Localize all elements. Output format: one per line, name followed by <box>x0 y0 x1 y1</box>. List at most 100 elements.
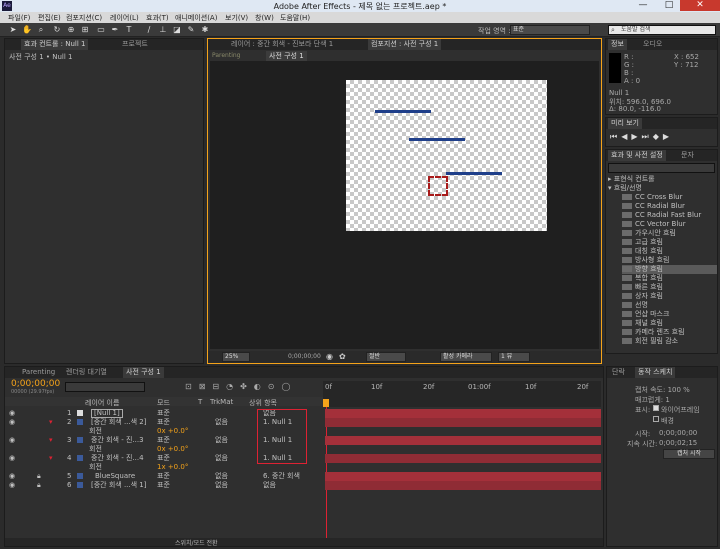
layer-name[interactable]: 중간 회색 - 진...3 <box>91 436 144 445</box>
tab-paragraph[interactable]: 단락 <box>609 367 628 378</box>
tab-audio[interactable]: 오디오 <box>640 39 665 50</box>
color-channels-icon[interactable]: ✿ <box>339 352 346 361</box>
layer-parent[interactable]: 없음 <box>263 481 276 490</box>
eye-icon[interactable]: ◉ <box>9 409 15 418</box>
label-color[interactable] <box>77 437 83 443</box>
close-button[interactable]: ✕ <box>680 0 720 11</box>
effect-item[interactable]: CC Radial Blur <box>622 202 717 211</box>
zoom-select[interactable]: 25% <box>222 352 250 362</box>
eraser-tool-icon[interactable]: ◪ <box>172 25 182 35</box>
layer-mode[interactable]: 표준 <box>157 481 170 490</box>
rectangle-tool-icon[interactable]: ▭ <box>96 25 106 35</box>
roto-brush-tool-icon[interactable]: ✎ <box>186 25 196 35</box>
label-color[interactable] <box>77 473 83 479</box>
brush-tool-icon[interactable]: ∕ <box>144 25 154 35</box>
menu-layer[interactable]: 레이어(L) <box>110 13 139 23</box>
layer-mode[interactable]: 표준 <box>157 436 170 445</box>
expand-arrow-icon[interactable]: ▾ <box>49 454 53 463</box>
effect-item[interactable]: 선명 <box>622 301 717 310</box>
layer-parent[interactable]: 6. 중간 회색 <box>263 472 300 481</box>
eye-icon[interactable]: ◉ <box>9 481 15 490</box>
effect-item[interactable]: 복합 흐림 <box>622 274 717 283</box>
snapshot-icon[interactable]: ◉ <box>326 352 333 361</box>
pan-behind-tool-icon[interactable]: ⊞ <box>80 25 90 35</box>
layer-mode[interactable]: 표준 <box>157 472 170 481</box>
layer-trkmat[interactable]: 없음 <box>215 472 228 481</box>
tab-character[interactable]: 문자 <box>678 150 697 161</box>
layer-name[interactable]: [Null 1] <box>91 409 123 418</box>
label-color[interactable] <box>77 482 83 488</box>
layer-duration-bar[interactable] <box>325 409 601 418</box>
null-layer-handle[interactable] <box>428 176 448 196</box>
label-color[interactable] <box>77 455 83 461</box>
minimize-button[interactable]: — <box>630 0 656 11</box>
breadcrumb-precomp[interactable]: 사전 구성 1 <box>266 51 307 61</box>
property-value[interactable]: 0x +0.0° <box>157 427 188 436</box>
capture-speed[interactable]: 캡처 속도: 100 % <box>635 385 690 395</box>
layer-row[interactable]: ◉ 🔒︎ 5 BlueSquare 표준 없음 6. 중간 회색 <box>5 472 323 481</box>
group-blur-sharpen[interactable]: ▾ 흐림/선명 <box>608 184 716 193</box>
maximize-button[interactable]: □ <box>656 0 682 11</box>
layer-row[interactable]: ◉ 🔒︎ 6 [중간 회색 ...색 1] 표준 없음 없음 <box>5 481 323 490</box>
layer-mode[interactable]: 표준 <box>157 418 170 427</box>
camera-select[interactable]: 활성 카메라 <box>440 352 492 362</box>
resolution-select[interactable]: 절반 <box>366 352 406 362</box>
effect-item-selected[interactable]: 방향 흐림 <box>622 265 717 274</box>
timeline-switch-icons[interactable]: ⊡⊠⊟◔✤◐⊙◯ <box>185 382 297 391</box>
effect-item[interactable]: 방사형 흐림 <box>622 256 717 265</box>
effect-item[interactable]: 상자 흐림 <box>622 292 717 301</box>
layer-name[interactable]: 중간 회색 - 진...4 <box>91 454 144 463</box>
property-value[interactable]: 0x +0.0° <box>157 445 188 454</box>
time-ruler[interactable]: 0f 10f 20f 01:00f 10f 20f <box>323 381 601 407</box>
tab-effect-controls[interactable]: 효과 컨트롤 : Null 1 <box>21 39 89 50</box>
effect-item[interactable]: 빠른 흐림 <box>622 283 717 292</box>
group-expression-controls[interactable]: ▸ 표현식 컨트롤 <box>608 175 716 184</box>
tab-layer-viewer[interactable]: 레이어 : 중간 회색 - 진보라 단색 1 <box>228 39 336 50</box>
effect-item[interactable]: 언샵 마스크 <box>622 310 717 319</box>
selection-tool-icon[interactable]: ➤ <box>8 25 18 35</box>
layer-mode[interactable]: 표준 <box>157 409 170 418</box>
camera-tool-icon[interactable]: ⊕ <box>66 25 76 35</box>
breadcrumb-parenting[interactable]: Parenting <box>212 52 241 59</box>
timeline-timecode[interactable]: 0;00;00;00 <box>11 379 60 389</box>
layer-duration-bar[interactable] <box>325 481 601 490</box>
clone-stamp-tool-icon[interactable]: ⊥ <box>158 25 168 35</box>
layer-trkmat[interactable]: 없음 <box>215 436 228 445</box>
layer-trkmat[interactable]: 없음 <box>215 454 228 463</box>
layer-duration-bar[interactable] <box>325 454 601 463</box>
effect-item[interactable]: CC Cross Blur <box>622 193 717 202</box>
wireframe-checkbox[interactable] <box>653 405 659 411</box>
background-checkbox[interactable] <box>653 416 659 422</box>
layer-trkmat[interactable]: 없음 <box>215 418 228 427</box>
layer-name[interactable]: BlueSquare <box>95 472 135 481</box>
tab-preview[interactable]: 미리 보기 <box>608 118 642 129</box>
effect-item[interactable]: 채널 흐림 <box>622 319 717 328</box>
lock-icon[interactable]: 🔒︎ <box>37 481 41 490</box>
help-search-input[interactable]: 도움말 검색 <box>608 25 716 35</box>
menu-window[interactable]: 창(W) <box>255 13 274 23</box>
effect-item[interactable]: 고급 흐림 <box>622 238 717 247</box>
zoom-tool-icon[interactable]: ⌕ <box>36 25 46 35</box>
effect-item[interactable]: 대칭 흐림 <box>622 247 717 256</box>
eye-icon[interactable]: ◉ <box>9 472 15 481</box>
solid-layer-2[interactable] <box>375 110 431 113</box>
eye-icon[interactable]: ◉ <box>9 436 15 445</box>
menu-view[interactable]: 보기(V) <box>225 13 248 23</box>
layer-name[interactable]: [중간 회색 ...색 2] <box>91 418 146 427</box>
layer-trkmat[interactable]: 없음 <box>215 481 228 490</box>
tab-motion-sketch[interactable]: 동작 스케치 <box>635 367 676 378</box>
hand-tool-icon[interactable]: ✋ <box>22 25 32 35</box>
effect-item[interactable]: 회전 필림 감소 <box>622 337 717 346</box>
menu-edit[interactable]: 편집(E) <box>38 13 61 23</box>
viewer-timecode[interactable]: 0;00;00;00 <box>288 353 321 360</box>
label-color[interactable] <box>77 419 83 425</box>
tab-composition-viewer[interactable]: 컴포지션 : 사전 구성 1 <box>368 39 442 50</box>
smoothing[interactable]: 매끄럽게: 1 <box>635 395 670 405</box>
layer-duration-bar[interactable] <box>325 472 601 481</box>
puppet-tool-icon[interactable]: ✱ <box>200 25 210 35</box>
tab-render-queue[interactable]: 렌더링 대기열 <box>63 367 110 378</box>
eye-icon[interactable]: ◉ <box>9 454 15 463</box>
layer-duration-bar[interactable] <box>325 436 601 445</box>
switch-modes-toggle[interactable]: 스위치/모드 전환 <box>175 538 218 547</box>
effects-search-input[interactable] <box>608 163 715 173</box>
